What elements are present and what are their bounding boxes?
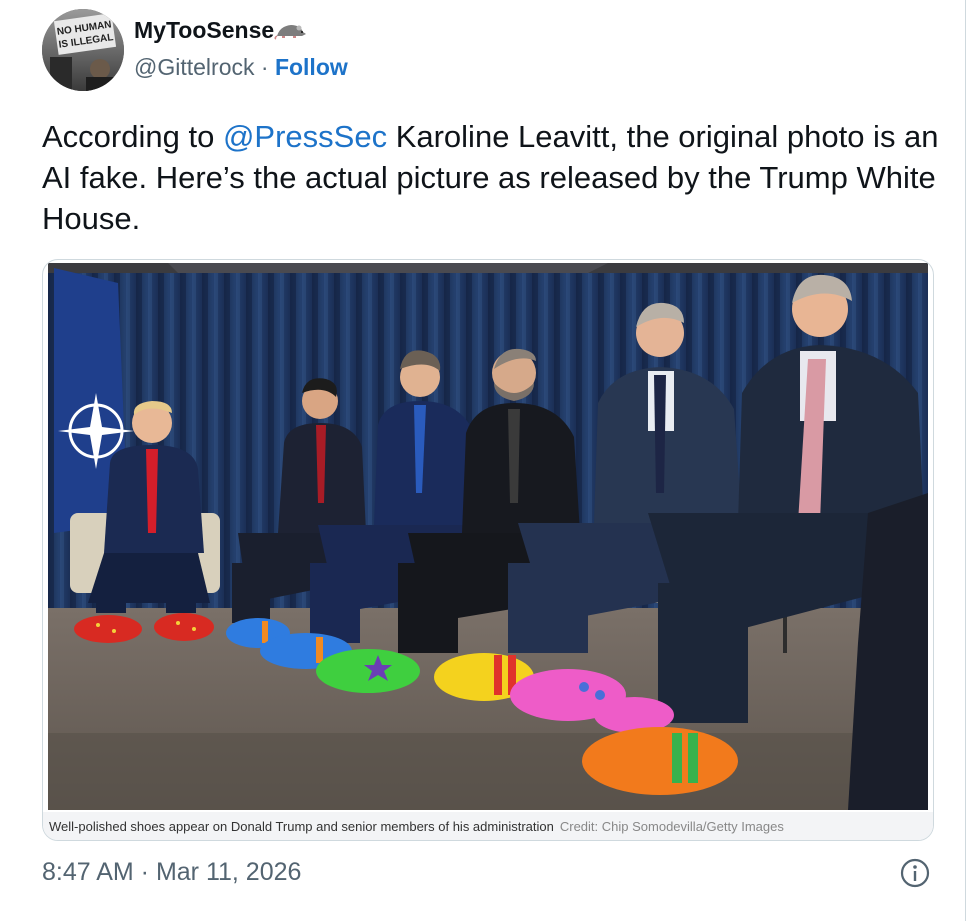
user-handle[interactable]: @Gittelrock [134,54,254,80]
handle-row: @Gittelrock · Follow [134,54,348,81]
info-icon[interactable] [898,856,932,890]
display-name-text: MyTooSense [134,17,275,43]
handle-separator: · [254,54,275,80]
tweet-text-start: According to [42,119,223,154]
photo-caption: Well-polished shoes appear on Donald Tru… [49,819,554,834]
follow-button[interactable]: Follow [275,54,348,80]
tweet-text: According to @PressSec Karoline Leavitt,… [42,116,952,239]
photo-credit: Credit: Chip Somodevilla/Getty Images [559,819,784,834]
avatar[interactable]: NO HUMAN IS ILLEGAL [42,9,124,91]
rat-icon [274,25,307,40]
photo-caption-bar: Well-polished shoes appear on Donald Tru… [43,812,933,840]
avatar-image: NO HUMAN IS ILLEGAL [42,9,124,91]
mention-link[interactable]: @PressSec [223,119,387,154]
media-attachment[interactable]: Well-polished shoes appear on Donald Tru… [42,259,934,841]
attached-photo[interactable] [48,263,928,810]
tweet-card: NO HUMAN IS ILLEGAL MyTooSense @Gittelro… [0,0,966,921]
display-name[interactable]: MyTooSense [134,17,308,44]
tweet-timestamp[interactable]: 8:47 AM · Mar 11, 2026 [42,858,301,887]
